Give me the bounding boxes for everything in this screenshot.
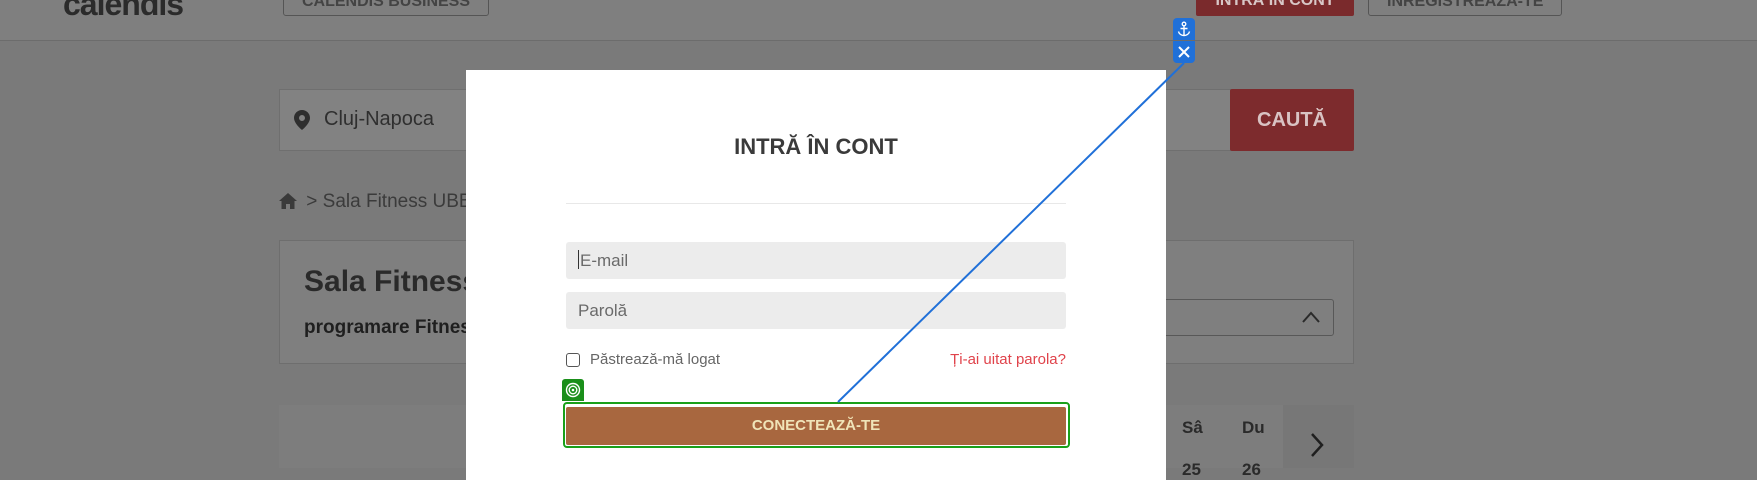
header-register-button[interactable]: ÎNREGISTREAZĂ-TE bbox=[1368, 0, 1563, 16]
target-badge bbox=[562, 379, 584, 401]
close-badge[interactable] bbox=[1173, 41, 1195, 63]
calendis-logo[interactable]: calendis bbox=[63, 0, 184, 23]
checkbox-icon[interactable] bbox=[566, 353, 580, 367]
calendis-business-button[interactable]: CALENDIS BUSINESS bbox=[283, 0, 490, 16]
chevron-right-icon[interactable] bbox=[1310, 432, 1324, 463]
forgot-password-link[interactable]: Ți-ai uitat parola? bbox=[950, 351, 1066, 368]
anchor-icon bbox=[1177, 21, 1191, 37]
remember-me-label: Păstrează-mă logat bbox=[590, 351, 721, 368]
chevron-up-icon bbox=[1301, 310, 1321, 329]
calendar-day-sun: Du bbox=[1242, 418, 1265, 437]
text-caret bbox=[578, 250, 579, 269]
password-placeholder: Parolă bbox=[578, 301, 628, 320]
modal-title: INTRĂ ÎN CONT bbox=[734, 134, 898, 159]
target-highlight-box bbox=[563, 402, 1070, 448]
logo-text: calendis bbox=[63, 0, 184, 22]
remember-me-checkbox[interactable]: Păstrează-mă logat bbox=[566, 351, 720, 368]
map-pin-icon bbox=[294, 110, 310, 135]
anchor-badge bbox=[1173, 18, 1195, 40]
breadcrumb-text: > Sala Fitness UBB bbox=[306, 191, 472, 212]
venue-subtitle: programare Fitnes bbox=[304, 317, 471, 338]
home-icon[interactable] bbox=[279, 193, 297, 215]
target-icon bbox=[565, 382, 581, 398]
search-city-value: Cluj-Napoca bbox=[324, 108, 435, 130]
calendar-date-sat[interactable]: 25 bbox=[1182, 460, 1201, 480]
email-field[interactable]: E-mail bbox=[566, 242, 1066, 279]
top-navigation-bar: calendis CALENDIS BUSINESS INTRĂ ÎN CONT… bbox=[0, 0, 1757, 41]
search-button[interactable]: CAUTĂ bbox=[1230, 89, 1354, 151]
calendar-date-sun[interactable]: 26 bbox=[1242, 460, 1261, 480]
venue-title: Sala Fitness bbox=[304, 265, 480, 298]
breadcrumb: > Sala Fitness UBB bbox=[279, 191, 472, 215]
email-placeholder: E-mail bbox=[580, 251, 629, 270]
password-field[interactable]: Parolă bbox=[566, 292, 1066, 329]
header-login-button[interactable]: INTRĂ ÎN CONT bbox=[1196, 0, 1354, 16]
close-icon bbox=[1178, 46, 1190, 58]
modal-divider bbox=[566, 203, 1066, 204]
calendar-day-sat: Sâ bbox=[1182, 418, 1203, 437]
